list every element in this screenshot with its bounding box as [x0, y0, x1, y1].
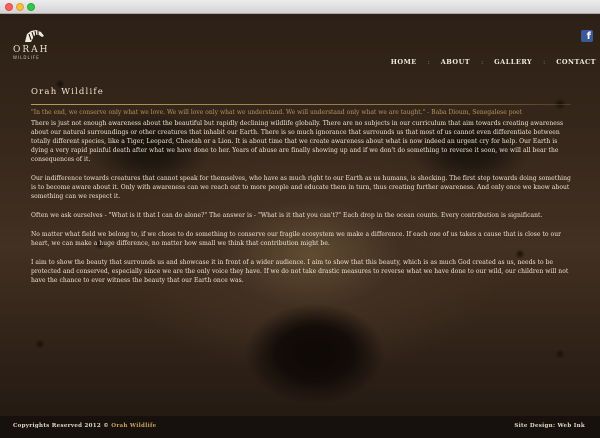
nav-home[interactable]: HOME [391, 58, 417, 66]
site-header: ORAH WILDLIFE f HOME : ABOUT : GALLERY :… [0, 14, 600, 66]
copyright-text: Copyrights Reserved 2012 © Orah Wildlife [13, 423, 156, 429]
logo-text: ORAH [13, 45, 50, 55]
main-content: Orah Wildlife "In the end, we conserve o… [31, 85, 571, 285]
quote: "In the end, we conserve only what we lo… [31, 109, 523, 116]
nav-separator: : [481, 58, 484, 66]
title-divider [31, 104, 571, 105]
logo-subtitle: WILDLIFE [13, 55, 40, 60]
zebra-logo-icon [25, 30, 44, 42]
paragraph: Our indifference towards creatures that … [31, 175, 571, 200]
nav-separator: : [427, 58, 430, 66]
paragraph: There is just not enough awareness about… [31, 120, 564, 163]
nav-about[interactable]: ABOUT [441, 58, 470, 66]
browser-window: ORAH WILDLIFE f HOME : ABOUT : GALLERY :… [0, 0, 600, 438]
facebook-icon[interactable]: f [581, 30, 593, 42]
paragraph: No matter what field we belong to, if we… [31, 231, 562, 247]
facebook-label: f [586, 31, 591, 42]
nav-contact[interactable]: CONTACT [556, 58, 596, 66]
main-nav: HOME : ABOUT : GALLERY : CONTACT [391, 58, 596, 66]
minimize-window-button[interactable] [16, 3, 24, 11]
site-credit[interactable]: Site Design: Web Ink [514, 423, 585, 429]
copyright-link[interactable]: Orah Wildlife [111, 423, 156, 429]
nav-separator: : [543, 58, 546, 66]
close-window-button[interactable] [5, 3, 13, 11]
nav-gallery[interactable]: GALLERY [494, 58, 532, 66]
zoom-window-button[interactable] [27, 3, 35, 11]
page-title: Orah Wildlife [31, 87, 104, 97]
paragraph: Often we ask ourselves - "What is it tha… [31, 212, 543, 219]
window-titlebar [0, 0, 600, 14]
site-footer: Copyrights Reserved 2012 © Orah Wildlife… [0, 416, 600, 438]
copyright-prefix: Copyrights Reserved 2012 © [13, 423, 110, 429]
paragraph: I aim to show the beauty that surrounds … [31, 259, 569, 284]
site-logo[interactable]: ORAH WILDLIFE [13, 28, 55, 66]
